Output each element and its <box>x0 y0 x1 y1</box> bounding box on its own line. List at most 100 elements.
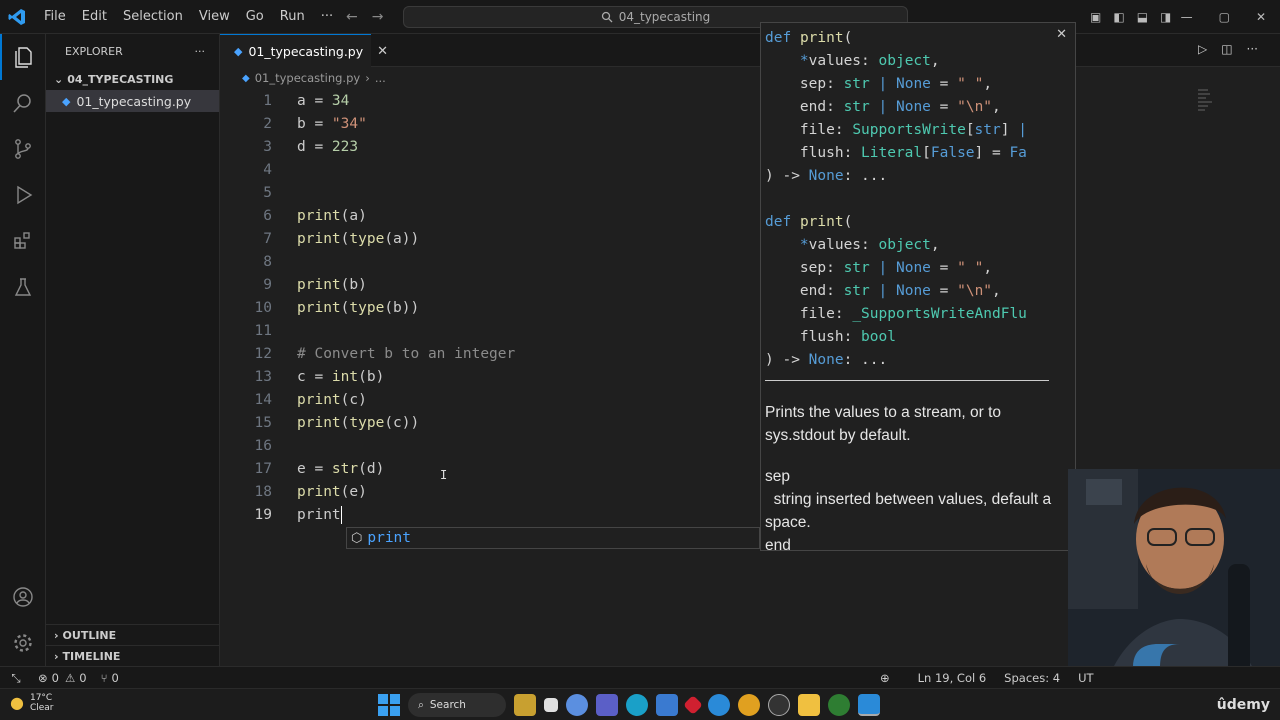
menu-selection[interactable]: Selection <box>115 0 191 34</box>
outline-label: OUTLINE <box>62 628 117 642</box>
github-icon[interactable] <box>828 694 850 716</box>
code-line[interactable]: 9 print(b) <box>220 273 760 296</box>
weather-widget[interactable]: ● 17°C Clear <box>10 693 54 713</box>
line-text: print(type(b)) <box>297 299 420 316</box>
editor-more-icon[interactable]: ··· <box>1247 42 1258 56</box>
chrome-icon[interactable] <box>738 694 760 716</box>
errors-count[interactable]: 0 <box>52 671 59 685</box>
edge-icon[interactable] <box>626 694 648 716</box>
line-number: 1 <box>263 92 272 109</box>
line-number: 12 <box>254 345 272 362</box>
code-line[interactable]: 2 b = "34" <box>220 112 760 135</box>
ports-count[interactable]: 0 <box>112 671 119 685</box>
close-tab-icon[interactable]: ✕ <box>377 44 388 59</box>
file-explorer-icon[interactable] <box>544 698 558 712</box>
maximize-icon[interactable]: ▢ <box>1219 10 1230 24</box>
widgets-icon[interactable] <box>514 694 536 716</box>
code-line[interactable]: 12 # Convert b to an integer <box>220 342 760 365</box>
app-blue-icon[interactable] <box>708 694 730 716</box>
toggle-panel-icon[interactable]: ⬓ <box>1137 10 1148 24</box>
file-name: 01_typecasting.py <box>76 93 192 109</box>
close-hover-icon[interactable]: ✕ <box>1056 27 1067 42</box>
layout-icon[interactable]: ▣ <box>1090 10 1101 24</box>
code-line[interactable]: 1 a = 34 <box>220 89 760 112</box>
back-arrow-icon[interactable]: ← <box>346 9 358 25</box>
line-text: c = int(b) <box>297 368 385 385</box>
vscode-taskbar-icon[interactable] <box>858 694 880 716</box>
chevron-right-icon: › <box>54 649 59 663</box>
menu-run[interactable]: Run <box>272 0 313 34</box>
menu-file[interactable]: File <box>36 0 74 34</box>
source-control-icon[interactable] <box>0 126 46 172</box>
line-number: 5 <box>263 184 272 201</box>
suggest-item-print[interactable]: print <box>367 530 411 546</box>
zoom-icon[interactable]: ⊕ <box>880 671 890 685</box>
warnings-count[interactable]: 0 <box>79 671 86 685</box>
code-line[interactable]: 11 <box>220 319 760 342</box>
minimize-icon[interactable]: — <box>1181 10 1193 24</box>
line-text: print(a) <box>297 207 367 224</box>
code-line[interactable]: 3 d = 223 <box>220 135 760 158</box>
code-line[interactable]: 16 <box>220 434 760 457</box>
line-number: 17 <box>254 460 272 477</box>
code-line[interactable]: 14 print(c) <box>220 388 760 411</box>
run-file-icon[interactable]: ▷ <box>1198 42 1207 56</box>
menu-view[interactable]: View <box>191 0 238 34</box>
search-label: 04_typecasting <box>618 10 711 24</box>
settings-gear-icon[interactable] <box>0 620 46 666</box>
windows-start-icon[interactable] <box>378 694 400 716</box>
indentation[interactable]: Spaces: 4 <box>1004 671 1060 685</box>
explorer-icon[interactable] <box>0 34 46 80</box>
toggle-sidebar-icon[interactable]: ◧ <box>1113 10 1124 24</box>
code-line[interactable]: 13 c = int(b) <box>220 365 760 388</box>
code-line[interactable]: 19 print <box>220 503 760 526</box>
extensions-icon[interactable] <box>0 218 46 264</box>
code-line[interactable]: 7 print(type(a)) <box>220 227 760 250</box>
account-icon[interactable] <box>0 574 46 620</box>
line-number: 6 <box>263 207 272 224</box>
minimap[interactable] <box>1196 88 1214 114</box>
code-line[interactable]: 15 print(type(c)) <box>220 411 760 434</box>
code-line[interactable]: 10 print(type(b)) <box>220 296 760 319</box>
split-editor-icon[interactable]: ◫ <box>1221 42 1232 56</box>
folder-icon[interactable] <box>798 694 820 716</box>
remote-icon[interactable]: ⤡ <box>0 667 32 689</box>
cursor-position[interactable]: Ln 19, Col 6 <box>918 671 987 685</box>
weather-moon-icon: ● <box>10 693 24 712</box>
taskbar-search[interactable]: ⌕ Search <box>408 693 506 717</box>
menu-go[interactable]: Go <box>238 0 272 34</box>
code-line[interactable]: 8 <box>220 250 760 273</box>
search-icon: ⌕ <box>418 698 424 711</box>
copilot-icon[interactable] <box>566 694 588 716</box>
file-item[interactable]: ◆ 01_typecasting.py <box>46 90 219 112</box>
testing-flask-icon[interactable] <box>0 264 46 310</box>
menu-edit[interactable]: Edit <box>74 0 115 34</box>
close-window-icon[interactable]: ✕ <box>1256 10 1266 24</box>
search-view-icon[interactable] <box>0 80 46 126</box>
code-line[interactable]: 5 <box>220 181 760 204</box>
code-line[interactable]: 17 e = str(d) <box>220 457 760 480</box>
line-number: 8 <box>263 253 272 270</box>
run-debug-icon[interactable] <box>0 172 46 218</box>
menu-more[interactable]: ··· <box>313 0 341 34</box>
encoding[interactable]: UT <box>1078 671 1093 685</box>
app-red-icon[interactable] <box>683 695 703 715</box>
teams-icon[interactable] <box>596 694 618 716</box>
breadcrumb-more[interactable]: ... <box>375 71 386 85</box>
divider <box>765 380 1049 381</box>
outline-section[interactable]: › OUTLINE <box>46 624 220 645</box>
timeline-section[interactable]: › TIMELINE <box>46 645 220 666</box>
explorer-more-button[interactable]: ··· <box>195 45 206 58</box>
param-sep-desc-text: string inserted between values, default … <box>765 491 1052 531</box>
code-line[interactable]: 18 print(e) <box>220 480 760 503</box>
store-icon[interactable] <box>656 694 678 716</box>
line-number: 3 <box>263 138 272 155</box>
toggle-secondary-icon[interactable]: ◨ <box>1160 10 1171 24</box>
folder-row[interactable]: ⌄ 04_TYPECASTING <box>46 68 219 90</box>
tab-01-typecasting[interactable]: ◆ 01_typecasting.py ✕ <box>220 34 388 67</box>
code-line[interactable]: 6 print(a) <box>220 204 760 227</box>
chatgpt-icon[interactable] <box>768 694 790 716</box>
code-line[interactable]: 4 <box>220 158 760 181</box>
forward-arrow-icon[interactable]: → <box>372 9 384 25</box>
breadcrumb-file[interactable]: 01_typecasting.py <box>255 71 361 85</box>
